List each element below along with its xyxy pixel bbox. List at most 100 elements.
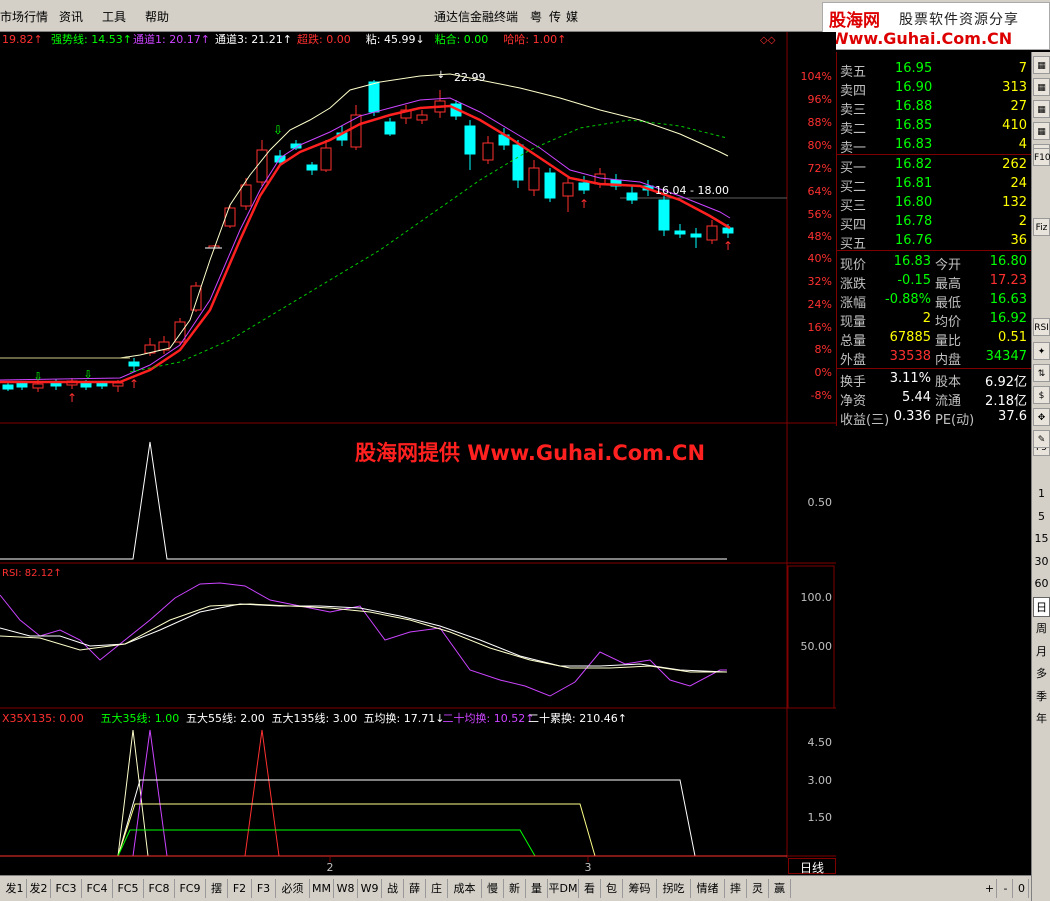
panel4-legend-item: 五大35线: 1.00	[101, 711, 180, 725]
period-button-7[interactable]: 月	[1033, 642, 1050, 662]
signal-marker-icon: ⇩	[273, 123, 283, 137]
bid-price: 16.76	[895, 233, 933, 248]
period-button-8[interactable]: 多	[1033, 664, 1050, 684]
menu-help[interactable]: 帮助	[145, 8, 169, 25]
candle-body-down	[96, 382, 108, 387]
tool-f10-button[interactable]: F10	[1033, 148, 1050, 166]
bottom-tab[interactable]: 发2	[27, 879, 51, 898]
period-button-3[interactable]: 30	[1033, 552, 1050, 572]
bottom-tab[interactable]: 赢	[769, 879, 791, 898]
bottom-tab[interactable]: 摆	[206, 879, 228, 898]
arrow-icon[interactable]: ⇅	[1033, 364, 1050, 382]
candle-body-up	[112, 382, 124, 387]
stat-value: 16.80	[989, 254, 1027, 269]
period-button-9[interactable]: 季	[1033, 687, 1050, 707]
stat-row: 收益(三) 0.336 PE(动) 37.6	[837, 408, 1031, 428]
candle-body-down	[368, 81, 380, 113]
period-button-1[interactable]: 5	[1033, 507, 1050, 527]
ask-row: 卖四 16.90 313	[837, 79, 1031, 99]
bottom-tab[interactable]: FC8	[144, 879, 175, 898]
pencil-icon[interactable]: ✎	[1033, 430, 1050, 448]
period-button-4[interactable]: 60	[1033, 574, 1050, 594]
stat-label: PE(动)	[935, 413, 975, 428]
bottom-tab[interactable]: 情绪	[691, 879, 725, 898]
price-axis-label: 80%	[808, 139, 832, 152]
menu-market[interactable]: 市场行情	[0, 8, 48, 25]
candle-body-down	[578, 182, 590, 191]
gear-icon[interactable]: ✦	[1033, 342, 1050, 360]
bottom-tab[interactable]: F2	[228, 879, 252, 898]
bottom-tab[interactable]: +	[983, 879, 997, 898]
bottom-tab[interactable]: 平DM	[548, 879, 579, 898]
bottom-tab[interactable]: 摔	[725, 879, 747, 898]
bid-label: 买二	[840, 180, 867, 195]
tool-rsi-button[interactable]: RSI	[1033, 318, 1050, 336]
bottom-tab[interactable]: 灵	[747, 879, 769, 898]
panel4-legend-item: X35X135: 0.00	[2, 712, 84, 725]
menu-extra-2[interactable]: 传	[549, 8, 561, 25]
bid-volume: 36	[1010, 233, 1027, 248]
move-icon[interactable]: ✥	[1033, 408, 1050, 426]
bottom-tab[interactable]: 0	[1015, 879, 1029, 898]
menu-news[interactable]: 资讯	[59, 8, 83, 25]
price-axis-label: 72%	[808, 162, 832, 175]
bottom-tab[interactable]: 必须	[276, 879, 310, 898]
bottom-tab[interactable]: FC3	[51, 879, 82, 898]
bid-row: 买四 16.78 2	[837, 213, 1031, 233]
bottom-tab[interactable]: 看	[579, 879, 601, 898]
bottom-tab[interactable]: MM	[310, 879, 334, 898]
bottom-tab[interactable]: 薛	[404, 879, 426, 898]
candle-body-down	[306, 164, 318, 171]
bottom-tab[interactable]: FC4	[82, 879, 113, 898]
ask-price: 16.88	[895, 99, 933, 114]
tool-fiz-button[interactable]: Fiz	[1033, 218, 1050, 236]
bottom-tab[interactable]: W9	[358, 879, 382, 898]
buy-arrow-marker: ↑	[723, 239, 733, 253]
period-button-2[interactable]: 15	[1033, 529, 1050, 549]
candle-body-down	[16, 382, 28, 388]
candle-body-up	[240, 184, 252, 207]
bottom-tab[interactable]: 发1	[3, 879, 27, 898]
dollar-icon[interactable]: $	[1033, 386, 1050, 404]
rsi-legend: RSI: 82.12↑	[2, 568, 62, 579]
bid-volume: 24	[1010, 176, 1027, 191]
panel4-axis-label: 4.50	[808, 736, 833, 749]
bottom-tab[interactable]: 包	[601, 879, 623, 898]
bottom-tab[interactable]: F3	[252, 879, 276, 898]
stat-value: 2	[922, 311, 931, 326]
table-icon[interactable]: ▦	[1033, 100, 1050, 118]
list-icon[interactable]: ▦	[1033, 122, 1050, 140]
chart-icon[interactable]: ▦	[1033, 78, 1050, 96]
bottom-tab[interactable]: 筹码	[623, 879, 657, 898]
period-button-6[interactable]: 周	[1033, 619, 1050, 639]
menu-tools[interactable]: 工具	[102, 8, 126, 25]
panel4-legend-item: 二十均换: 10.52↑	[443, 711, 535, 725]
rsi-axis-label: 100.0	[801, 591, 833, 604]
bottom-tab[interactable]: 慢	[482, 879, 504, 898]
buy-arrow-marker: ↑	[129, 377, 139, 391]
buy-arrow-marker: ↑	[67, 391, 77, 405]
stock-chart[interactable]: 19.82↑ 强势线: 14.53↑ 通道1: 20.17↑ 通道3: 21.21↑ 超…	[0, 32, 836, 875]
bid-volume: 132	[1002, 195, 1027, 210]
ask-row: 卖五 16.95 7	[837, 60, 1031, 80]
candle-body-down	[464, 125, 476, 155]
period-button-5[interactable]: 日	[1033, 596, 1050, 617]
bottom-tab[interactable]: 庄	[426, 879, 448, 898]
bottom-tab[interactable]: -	[999, 879, 1013, 898]
bottom-tab[interactable]: 量	[526, 879, 548, 898]
bottom-tab[interactable]: 战	[382, 879, 404, 898]
bottom-tab[interactable]: 新	[504, 879, 526, 898]
candle-body-up	[706, 225, 718, 241]
bottom-tab[interactable]: FC5	[113, 879, 144, 898]
menu-extra-3[interactable]: 媒	[566, 8, 578, 25]
bottom-tab[interactable]: W8	[334, 879, 358, 898]
bottom-tab[interactable]: FC9	[175, 879, 206, 898]
bottom-tab[interactable]: 成本	[448, 879, 482, 898]
logo-url: Www.Guhai.Com.CN	[831, 29, 1013, 48]
menu-extra-1[interactable]: 粤	[530, 8, 542, 25]
period-button-10[interactable]: 年	[1033, 709, 1050, 729]
bottom-tab[interactable]: 拐吃	[657, 879, 691, 898]
grid-icon[interactable]: ▦	[1033, 56, 1050, 74]
period-button-0[interactable]: 1	[1033, 484, 1050, 504]
candle-body-down	[544, 172, 556, 199]
